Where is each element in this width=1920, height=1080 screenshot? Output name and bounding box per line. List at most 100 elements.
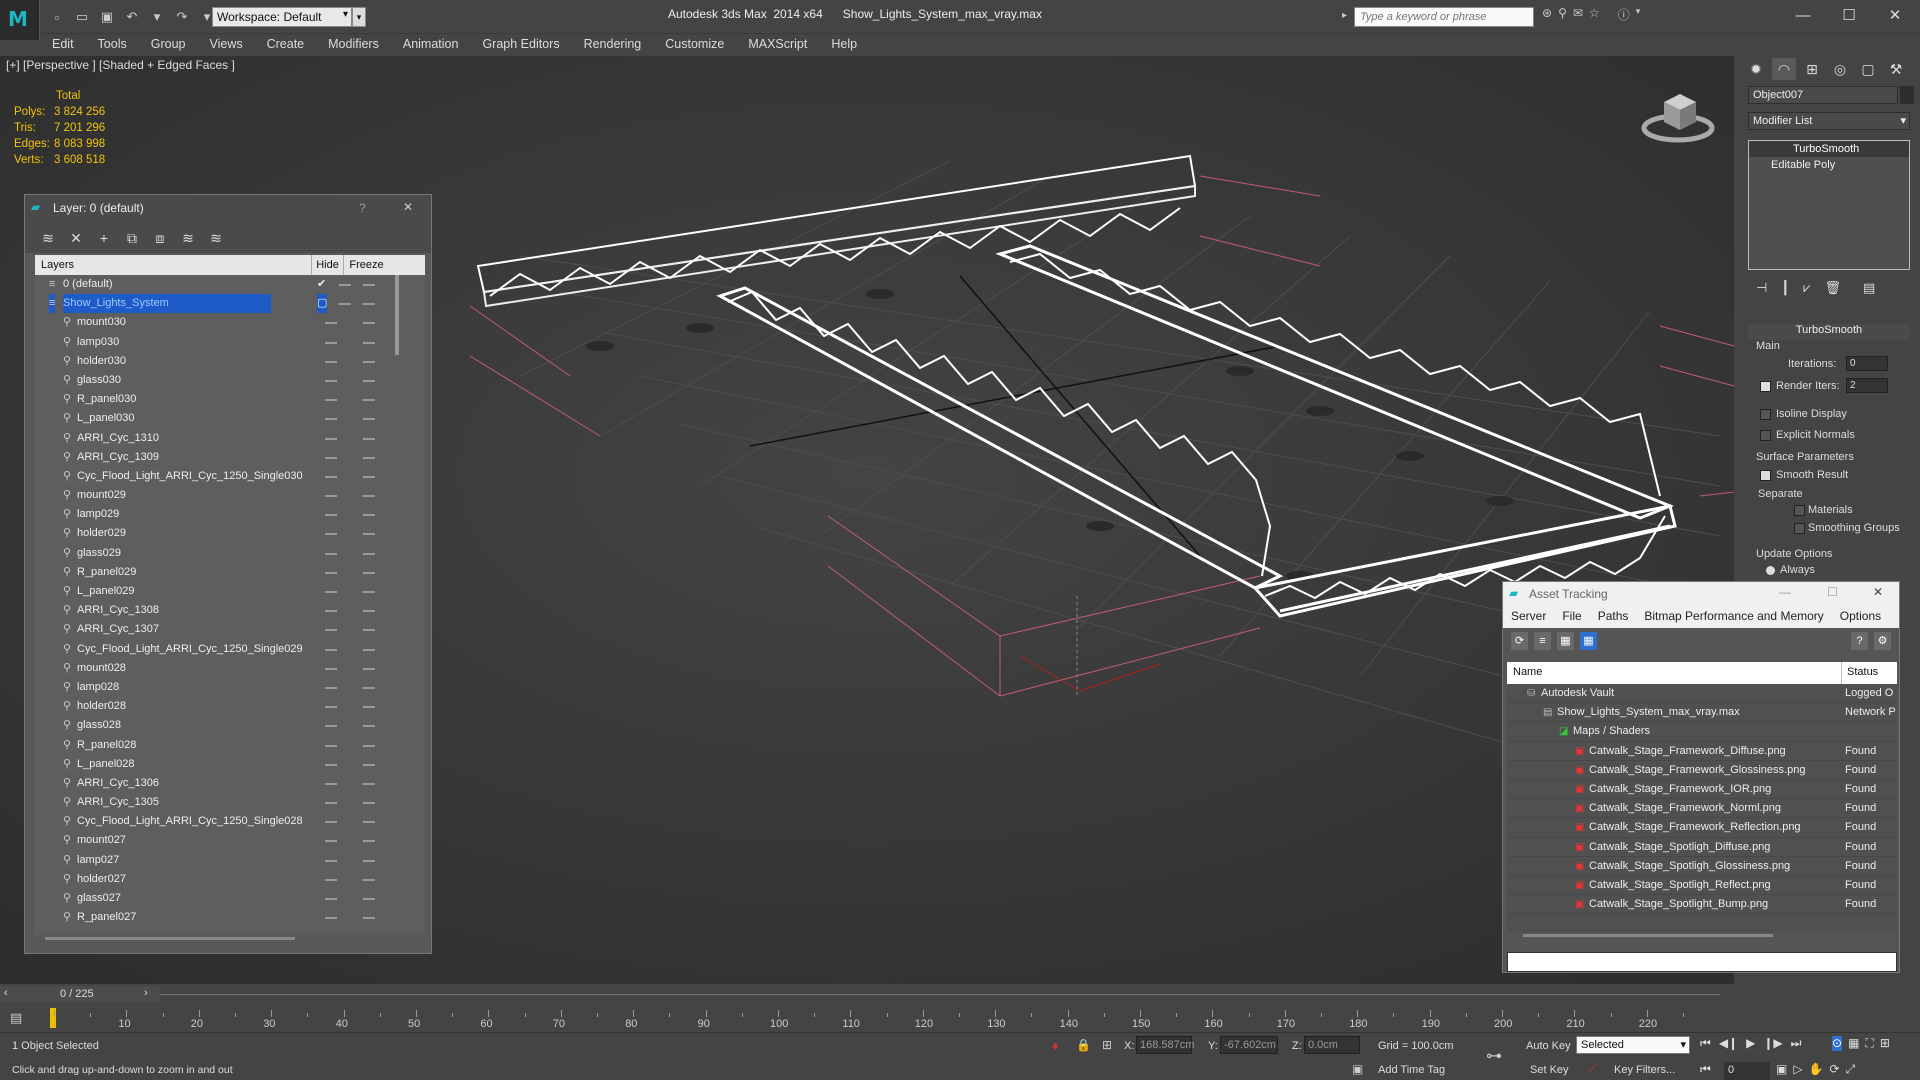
hide-toggle[interactable] (325, 322, 337, 325)
freeze-toggle[interactable] (363, 898, 375, 900)
freeze-toggle[interactable] (363, 552, 375, 555)
layer-row[interactable]: ⚲ ARRI_Cyc_1306 (35, 774, 425, 793)
help-icon[interactable]: ? (1851, 632, 1868, 650)
menu-graph-editors[interactable]: Graph Editors (470, 34, 571, 54)
undo-icon[interactable]: ↶ (121, 6, 143, 28)
time-tag-icon[interactable]: ▣ (1352, 1062, 1363, 1076)
layer-row[interactable]: ⚲ lamp028 (35, 678, 425, 697)
hide-toggle[interactable] (325, 917, 337, 920)
grid-view-icon[interactable]: ▦ (1580, 632, 1597, 650)
freeze-all-icon[interactable]: ≋ (205, 229, 227, 247)
minimize-icon[interactable]: — (1779, 585, 1791, 599)
modify-tab-icon[interactable]: ◠ (1772, 58, 1796, 80)
layer-row[interactable]: ⚲ glass029 (35, 544, 425, 563)
add-time-tag[interactable]: Add Time Tag (1378, 1064, 1445, 1076)
motion-tab-icon[interactable]: ◎ (1828, 58, 1852, 80)
go-to-start-icon[interactable]: ⏮ (1700, 1036, 1711, 1051)
subscription-icon[interactable]: ⚲ (1558, 6, 1567, 23)
key-selection-dropdown[interactable]: Selected ▾ (1576, 1036, 1690, 1054)
col-layers[interactable]: Layers (35, 255, 311, 275)
asset-row[interactable]: ⛁ Autodesk Vault Logged O (1507, 684, 1897, 704)
explicit-normals-checkbox[interactable] (1760, 430, 1771, 441)
hide-toggle[interactable] (325, 686, 337, 689)
layer-row[interactable]: ⚲ glass027 (35, 889, 425, 908)
menu-group[interactable]: Group (139, 34, 198, 54)
lock-icon[interactable]: 🔒 (1076, 1038, 1091, 1052)
layer-row[interactable]: ⚲ lamp029 (35, 505, 425, 524)
render-iters-spinner[interactable]: 2 (1846, 378, 1888, 393)
asset-row[interactable]: ▣ Catwalk_Stage_Framework_Norml.png Found (1507, 799, 1897, 819)
hide-toggle[interactable] (325, 379, 337, 382)
turbosmooth-rollout-title[interactable]: TurboSmooth (1748, 324, 1910, 340)
layer-row[interactable]: ⚲ mount028 (35, 659, 425, 678)
stack-item-editable-poly[interactable]: Editable Poly (1749, 157, 1909, 173)
asset-row[interactable]: ▣ Catwalk_Stage_Spotligh_Diffuse.png Found (1507, 838, 1897, 857)
configure-sets-icon[interactable]: ▤ (1863, 280, 1875, 296)
hide-toggle[interactable] (325, 495, 337, 498)
hide-all-icon[interactable]: ≋ (177, 229, 199, 247)
maximize-icon[interactable]: ☐ (1827, 585, 1838, 599)
smooth-result-checkbox[interactable] (1760, 470, 1771, 481)
viewcube-icon[interactable] (1640, 88, 1716, 148)
freeze-toggle[interactable] (363, 629, 375, 632)
save-icon[interactable]: ▣ (96, 6, 118, 28)
render-iters-checkbox[interactable] (1760, 381, 1771, 392)
hide-toggle[interactable] (325, 821, 337, 824)
hide-toggle[interactable] (339, 284, 351, 286)
maximize-icon[interactable]: ☐ (1826, 2, 1872, 30)
asset-path-field[interactable] (1507, 952, 1897, 972)
favorites-star-icon[interactable]: ☆ (1589, 6, 1600, 23)
workspace-dropdown[interactable]: Workspace: Default ▾ (212, 7, 352, 27)
hide-toggle[interactable] (325, 610, 337, 613)
menu-options[interactable]: Options (1832, 606, 1889, 628)
layer-row[interactable]: ≡ Show_Lights_System ▢ (35, 294, 425, 314)
hide-toggle[interactable] (325, 360, 337, 363)
layer-row[interactable]: ⚲ lamp030 (35, 333, 425, 352)
set-key-button[interactable]: Set Key (1530, 1064, 1569, 1076)
freeze-toggle[interactable] (363, 437, 375, 440)
layer-row[interactable]: ⚲ mount030 (35, 313, 425, 332)
layer-row[interactable]: ⚲ L_panel028 (35, 755, 425, 774)
menu-paths[interactable]: Paths (1590, 606, 1637, 628)
menu-bitmap-performance[interactable]: Bitmap Performance and Memory (1636, 606, 1831, 628)
asset-row[interactable]: ▤ Show_Lights_System_max_vray.max Network … (1507, 703, 1897, 723)
hide-toggle[interactable] (325, 629, 337, 632)
layer-scrollbar[interactable] (395, 275, 399, 355)
create-layer-icon[interactable]: ≋ (37, 229, 59, 247)
close-icon[interactable]: ✕ (403, 200, 413, 214)
layer-row[interactable]: ⚲ glass030 (35, 371, 425, 390)
menu-tools[interactable]: Tools (86, 34, 139, 54)
hide-toggle[interactable] (325, 667, 337, 670)
table-view-icon[interactable]: ▦ (1557, 632, 1574, 650)
col-hide[interactable]: Hide (311, 255, 343, 275)
freeze-toggle[interactable] (363, 284, 375, 286)
menu-file[interactable]: File (1554, 606, 1589, 628)
slider-right-icon[interactable]: › (144, 987, 148, 999)
freeze-toggle[interactable] (363, 456, 375, 459)
freeze-toggle[interactable] (363, 399, 375, 402)
hide-toggle[interactable] (325, 552, 337, 555)
modifier-list-dropdown[interactable]: Modifier List ▾ (1748, 112, 1910, 130)
freeze-toggle[interactable] (363, 379, 375, 382)
hide-toggle[interactable] (325, 725, 337, 728)
freeze-toggle[interactable] (363, 706, 375, 709)
menu-views[interactable]: Views (197, 34, 254, 54)
next-frame-icon[interactable]: ❙▶ (1763, 1036, 1782, 1051)
remove-modifier-icon[interactable]: 🗑 (1825, 280, 1842, 296)
hide-toggle[interactable] (325, 533, 337, 536)
layer-manager-titlebar[interactable]: ▰ Layer: 0 (default) ? ✕ (25, 195, 431, 223)
zoom-extents-all-icon[interactable]: ⊞ (1880, 1036, 1890, 1051)
refresh-icon[interactable]: ⟳ (1511, 632, 1528, 650)
pin-stack-icon[interactable]: ⊣ (1756, 280, 1767, 296)
auto-key-button[interactable]: Auto Key (1526, 1040, 1571, 1052)
orbit-icon[interactable]: ⟳ (1830, 1062, 1840, 1077)
layer-row[interactable]: ⚲ mount027 (35, 831, 425, 850)
freeze-toggle[interactable] (363, 495, 375, 498)
asset-row[interactable]: ▣ Catwalk_Stage_Framework_Diffuse.png Foun… (1507, 742, 1897, 761)
freeze-toggle[interactable] (363, 782, 375, 785)
hide-toggle[interactable] (325, 706, 337, 709)
hide-toggle[interactable] (325, 418, 337, 421)
menu-modifiers[interactable]: Modifiers (316, 34, 391, 54)
layer-row[interactable]: ⚲ R_panel029 (35, 563, 425, 582)
x-coordinate-field[interactable]: 168.587cm (1136, 1036, 1194, 1054)
